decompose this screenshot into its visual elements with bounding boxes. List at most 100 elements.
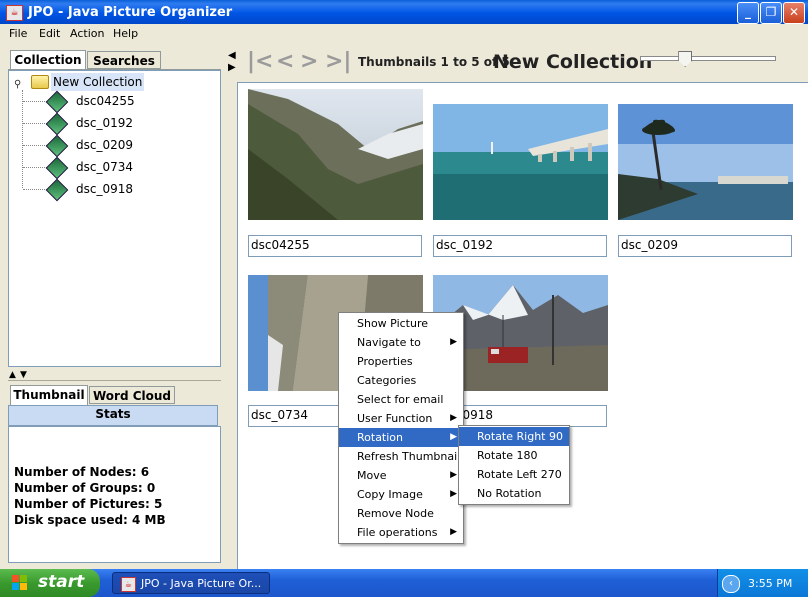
picture-icon: [45, 178, 69, 202]
submenu-arrow-icon: ▶: [450, 489, 457, 499]
thumbnail-caption[interactable]: dsc_0192: [433, 235, 607, 257]
tree-item[interactable]: dsc_0209: [22, 134, 222, 158]
tab-word-cloud[interactable]: Word Cloud: [89, 386, 175, 404]
picture-icon: [45, 112, 69, 136]
tree-item-label: dsc04255: [76, 94, 135, 108]
next-icon[interactable]: >: [300, 49, 318, 74]
menu-item-no-rotation[interactable]: No Rotation: [459, 484, 569, 503]
menu-item-copy-image[interactable]: Copy Image ▶: [339, 485, 463, 504]
taskbar-app-label: JPO - Java Picture Or...: [141, 577, 262, 590]
submenu-arrow-icon: ▶: [450, 432, 457, 442]
menu-item-label: Rotate Right 90: [477, 430, 563, 443]
thumbnail-caption[interactable]: dsc04255: [248, 235, 422, 257]
maximize-icon[interactable]: ❐: [760, 2, 782, 24]
tree-item[interactable]: dsc_0192: [22, 112, 222, 136]
tree-connector: [23, 189, 47, 191]
menu-item-label: Rotation: [357, 431, 404, 444]
menu-help[interactable]: Help: [113, 27, 138, 40]
tree-item-label: dsc_0192: [76, 116, 134, 130]
window-title: JPO - Java Picture Organizer: [28, 5, 233, 20]
zoom-slider-track[interactable]: [640, 56, 776, 61]
menu-item-rotation[interactable]: Rotation ▶: [339, 428, 463, 447]
tree-item-label: dsc_0918: [76, 182, 134, 196]
tree-item[interactable]: dsc_0734: [22, 156, 222, 180]
tree-connector: [23, 101, 47, 103]
menu-item-remove-node[interactable]: Remove Node: [339, 504, 463, 523]
split-up-icon[interactable]: ▲: [9, 371, 16, 380]
tab-stats[interactable]: Stats: [8, 405, 218, 426]
menu-item-label: Select for email: [357, 393, 444, 406]
submenu-arrow-icon: ▶: [450, 413, 457, 423]
thumbnail-image[interactable]: [248, 89, 423, 220]
menu-item-label: Show Picture: [357, 317, 429, 330]
java-cup-icon[interactable]: ☕: [6, 5, 23, 21]
menu-item-move[interactable]: Move ▶: [339, 466, 463, 485]
tree-root-label[interactable]: New Collection: [51, 73, 145, 91]
menu-file[interactable]: File: [9, 27, 27, 40]
last-icon[interactable]: >|: [325, 49, 351, 74]
collection-tree[interactable]: ⚲ New Collection dsc04255 dsc_0192 dsc_0…: [8, 70, 221, 367]
menu-item-file-operations[interactable]: File operations ▶: [339, 523, 463, 542]
thumbnail-caption[interactable]: dsc_0209: [618, 235, 792, 257]
tab-searches[interactable]: Searches: [87, 51, 161, 69]
menu-item-label: Rotate Left 270: [477, 468, 562, 481]
start-button[interactable]: start: [0, 569, 100, 597]
submenu-arrow-icon: ▶: [450, 337, 457, 347]
split-divider[interactable]: [8, 380, 221, 381]
menu-item-select-for-email[interactable]: Select for email: [339, 390, 463, 409]
clock[interactable]: 3:55 PM: [748, 577, 792, 590]
menu-item-label: Remove Node: [357, 507, 434, 520]
menu-item-label: Copy Image: [357, 488, 423, 501]
thumbnail-picture: [433, 104, 608, 220]
minimize-icon[interactable]: _: [737, 2, 759, 24]
menu-item-label: Refresh Thumbnail: [357, 450, 461, 463]
tray-expand-icon[interactable]: ‹: [722, 575, 740, 593]
collapse-left-icon[interactable]: ◀: [228, 51, 236, 61]
java-cup-icon: ☕: [121, 577, 136, 592]
stats-panel: Number of Nodes: 6 Number of Groups: 0 N…: [8, 426, 221, 563]
menu-item-label: Navigate to: [357, 336, 421, 349]
menu-item-navigate-to[interactable]: Navigate to ▶: [339, 333, 463, 352]
split-pane-divider[interactable]: [228, 44, 237, 569]
menu-item-label: Rotate 180: [477, 449, 538, 462]
menu-action[interactable]: Action: [70, 27, 104, 40]
menu-item-label: No Rotation: [477, 487, 542, 500]
tree-expand-icon[interactable]: ⚲: [14, 74, 21, 92]
stat-nodes: Number of Nodes: 6: [14, 465, 150, 479]
menu-item-properties[interactable]: Properties: [339, 352, 463, 371]
rotation-submenu: Rotate Right 90 Rotate 180 Rotate Left 2…: [458, 425, 570, 505]
menu-item-label: Properties: [357, 355, 413, 368]
menu-item-user-function[interactable]: User Function ▶: [339, 409, 463, 428]
tab-collection[interactable]: Collection: [10, 50, 86, 70]
picture-icon: [45, 134, 69, 158]
folder-icon: [31, 75, 49, 89]
close-icon[interactable]: ✕: [783, 2, 805, 24]
taskbar-app-button[interactable]: ☕ JPO - Java Picture Or...: [112, 572, 270, 594]
menu-item-categories[interactable]: Categories: [339, 371, 463, 390]
menu-item-rotate-180[interactable]: Rotate 180: [459, 446, 569, 465]
tree-item-label: dsc_0209: [76, 138, 134, 152]
thumbnail-image[interactable]: [618, 104, 793, 220]
stat-pictures: Number of Pictures: 5: [14, 497, 163, 511]
first-icon[interactable]: |<: [247, 49, 273, 74]
split-down-icon[interactable]: ▼: [20, 371, 27, 380]
previous-icon[interactable]: <: [276, 49, 294, 74]
menu-item-rotate-right-90[interactable]: Rotate Right 90: [459, 427, 569, 446]
tree-connector: [23, 145, 47, 147]
menu-item-show-picture[interactable]: Show Picture: [339, 314, 463, 333]
menu-item-label: Categories: [357, 374, 417, 387]
menu-item-refresh-thumbnail[interactable]: Refresh Thumbnail: [339, 447, 463, 466]
picture-icon: [45, 90, 69, 114]
tree-item[interactable]: dsc04255: [22, 90, 222, 114]
start-label: start: [38, 572, 85, 592]
thumbnail-image[interactable]: [433, 104, 608, 220]
picture-icon: [45, 156, 69, 180]
tree-item[interactable]: dsc_0918: [22, 178, 222, 202]
tab-thumbnail[interactable]: Thumbnail: [10, 385, 88, 405]
expand-right-icon[interactable]: ▶: [228, 63, 236, 73]
menu-item-rotate-left-270[interactable]: Rotate Left 270: [459, 465, 569, 484]
menu-edit[interactable]: Edit: [39, 27, 60, 40]
submenu-arrow-icon: ▶: [450, 470, 457, 480]
thumbnail-picture: [618, 104, 793, 220]
menu-item-label: User Function: [357, 412, 433, 425]
